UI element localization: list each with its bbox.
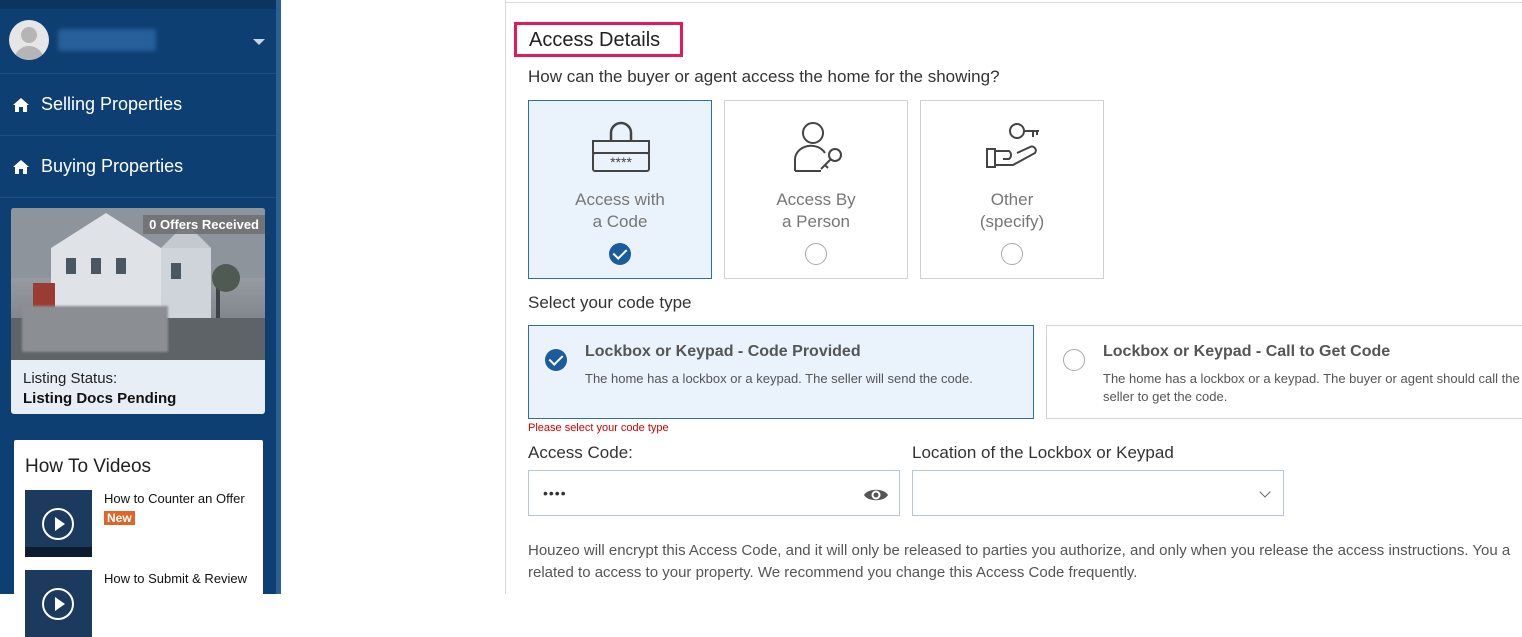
listing-card[interactable]: 0 Offers Received Listing Status: Listin… <box>11 208 265 414</box>
video-title[interactable]: How to Counter an Offer <box>104 491 245 506</box>
listing-photo: 0 Offers Received <box>11 208 265 360</box>
code-type-call-to-get-code[interactable]: Lockbox or Keypad - Call to Get Code The… <box>1046 325 1522 419</box>
access-code-input[interactable]: •••• <box>528 470 900 516</box>
nav-item-selling-properties[interactable]: Selling Properties <box>0 74 276 136</box>
code-type-title: Lockbox or Keypad - Code Provided <box>585 343 861 360</box>
radio-checked[interactable] <box>545 349 567 371</box>
code-type-code-provided[interactable]: Lockbox or Keypad - Code Provided The ho… <box>528 325 1034 419</box>
sidebar: Selling Properties Buying Properties 0 O… <box>0 0 276 637</box>
new-badge: New <box>104 511 135 525</box>
access-option-code[interactable]: **** Access with a Code <box>528 100 712 279</box>
home-icon <box>13 97 29 112</box>
video-thumbnail[interactable] <box>25 570 92 637</box>
video-title[interactable]: How to Submit & Review <box>104 571 247 586</box>
radio-checked[interactable] <box>609 243 631 265</box>
access-option-label: Access with a Code <box>575 190 665 231</box>
radio-unchecked[interactable] <box>1001 243 1023 265</box>
section-title: Access Details <box>514 22 683 57</box>
code-type-error: Please select your code type <box>528 422 669 434</box>
svg-text:****: **** <box>610 154 632 170</box>
nav-item-label: Buying Properties <box>41 156 184 176</box>
listing-status-value: Listing Docs Pending <box>23 390 177 407</box>
location-select[interactable] <box>912 470 1284 516</box>
access-option-label: Access By a Person <box>776 190 856 231</box>
keypad-lock-icon: **** <box>592 121 650 172</box>
radio-unchecked[interactable] <box>1063 349 1085 371</box>
content-border <box>505 0 506 594</box>
encryption-note: Houzeo will encrypt this Access Code, an… <box>528 542 1511 581</box>
access-option-label: Other (specify) <box>979 190 1045 231</box>
code-type-title: Lockbox or Keypad - Call to Get Code <box>1103 343 1391 360</box>
eye-icon[interactable] <box>863 487 889 503</box>
code-type-label: Select your code type <box>528 293 692 312</box>
address-redacted <box>22 306 168 352</box>
location-label: Location of the Lockbox or Keypad <box>912 443 1174 462</box>
access-code-label: Access Code: <box>528 443 633 462</box>
caret-down-icon[interactable] <box>253 39 265 45</box>
play-icon <box>42 508 74 540</box>
access-option-other[interactable]: Other (specify) <box>920 100 1104 279</box>
offers-badge: 0 Offers Received <box>143 215 265 234</box>
code-type-description: The home has a lockbox or a keypad. The … <box>585 371 973 386</box>
user-name-redacted <box>58 29 156 51</box>
access-code-value: •••• <box>543 485 567 501</box>
sidebar-scrollbar[interactable] <box>276 0 281 594</box>
hand-key-icon <box>986 123 1039 168</box>
access-option-person[interactable]: Access By a Person <box>724 100 908 279</box>
videos-title: How To Videos <box>25 456 152 477</box>
how-to-videos-card: How To Videos How to Counter an Offer Ne… <box>14 440 263 637</box>
person-key-icon <box>794 122 842 172</box>
code-type-description: The home has a lockbox or a keypad. The … <box>1103 371 1520 404</box>
radio-unchecked[interactable] <box>805 243 827 265</box>
chevron-down-icon <box>1259 486 1271 498</box>
access-question: How can the buyer or agent access the ho… <box>528 67 1000 86</box>
content-border <box>505 2 1522 3</box>
play-icon <box>42 588 74 620</box>
home-icon <box>13 159 29 174</box>
nav-item-label: Selling Properties <box>41 94 183 114</box>
avatar <box>9 20 49 60</box>
video-thumbnail[interactable] <box>25 490 92 557</box>
user-menu[interactable] <box>0 0 276 74</box>
nav-item-buying-properties[interactable]: Buying Properties <box>0 136 276 198</box>
listing-status-label: Listing Status: <box>23 370 118 387</box>
